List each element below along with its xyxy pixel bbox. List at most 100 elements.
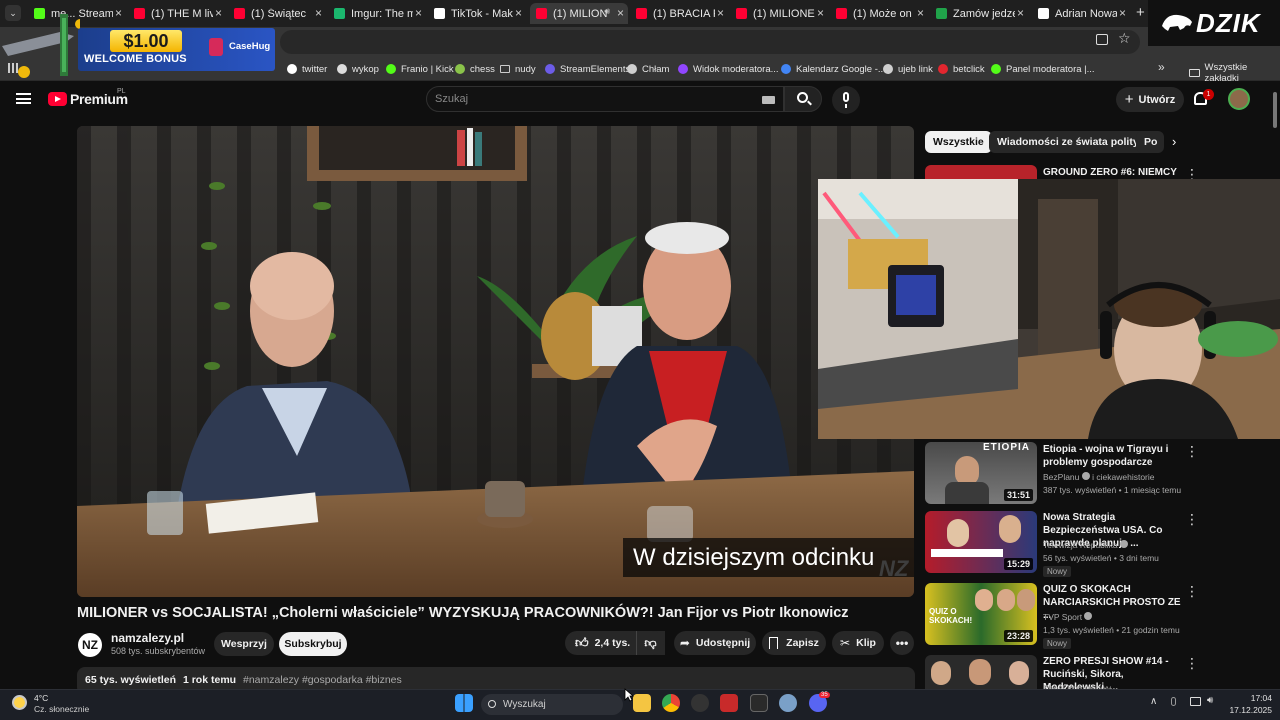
search-input[interactable]: Szukaj	[426, 86, 784, 112]
bookmark-item[interactable]: nudy	[500, 62, 536, 76]
network-icon[interactable]	[1190, 697, 1201, 706]
bookmark-item[interactable]: ujeb link	[883, 62, 933, 76]
recommendation-meta: 387 tys. wyświetleń • 1 miesiąc temu	[1043, 485, 1182, 495]
thumbnail-caption: ETIOPIA	[983, 442, 1031, 453]
chip-politics-news[interactable]: Wiadomości ze świata polityki	[989, 131, 1156, 153]
file-explorer-icon[interactable]	[633, 694, 651, 712]
tab-audio-icon[interactable]: 🔊︎	[604, 6, 610, 17]
channel-avatar[interactable]: NZ	[78, 633, 102, 657]
youtube-logo-icon[interactable]	[48, 92, 67, 106]
recommendation-channel[interactable]: TVP Sport	[1043, 612, 1093, 622]
microphone-icon[interactable]	[1171, 697, 1176, 706]
tab-close-icon[interactable]: ×	[617, 6, 624, 20]
channel-name[interactable]: namzalezy.pl	[111, 631, 184, 645]
more-actions-button[interactable]: •••	[890, 631, 914, 655]
settings-gear-icon[interactable]	[779, 694, 797, 712]
bookmark-item[interactable]: Chłam	[627, 62, 669, 76]
share-label: Udostępnij	[695, 637, 751, 649]
tab-close-icon[interactable]: ×	[415, 6, 422, 20]
bookmark-item[interactable]: betclick	[938, 62, 985, 76]
windows-start-icon[interactable]	[455, 694, 473, 712]
taskbar-clock[interactable]: 17:04 17.12.2025	[1224, 693, 1272, 715]
tab-close-icon[interactable]: ×	[917, 6, 924, 20]
recommendation-channel[interactable]: Telewizja Republika	[1043, 540, 1129, 550]
tab-close-icon[interactable]: ×	[515, 6, 522, 20]
bookmark-item[interactable]: twitter	[287, 62, 327, 76]
clip-button[interactable]: ✂ Klip	[832, 631, 884, 655]
hashtags[interactable]: #namzalezy #gospodarka #biznes	[243, 674, 402, 686]
volume-icon[interactable]: 🔊︎	[1207, 695, 1213, 706]
dislike-button[interactable]: 👎︎	[636, 631, 664, 655]
subscribe-button[interactable]: Subskrybuj	[279, 632, 347, 656]
browser-tab[interactable]: Adrian Nowak ×	[1032, 3, 1130, 24]
support-button[interactable]: Wesprzyj	[214, 632, 274, 656]
bookmark-label: StreamElements	[560, 63, 631, 75]
streamelements-icon	[545, 64, 555, 74]
bookmark-item[interactable]: Panel moderatora |...	[991, 62, 1095, 76]
browser-tab[interactable]: Zamów jedzen×	[930, 3, 1028, 24]
page-scrollbar[interactable]	[1272, 90, 1278, 688]
install-app-icon[interactable]	[1096, 34, 1108, 45]
show-hidden-icons-chevron-icon[interactable]: ∧	[1150, 696, 1157, 707]
recommendation-channel[interactable]: BezPlanu i ciekawehistorie	[1043, 472, 1155, 482]
more-actions-icon[interactable]: ⋮	[1185, 511, 1199, 528]
bookmark-item[interactable]: Franio | Kick	[386, 62, 454, 76]
tab-close-icon[interactable]: ×	[817, 6, 824, 20]
recommendation-thumbnail[interactable]: QUIZ O SKOKACH! 23:28	[925, 583, 1037, 645]
video-duration: 15:29	[1003, 558, 1033, 570]
browser-tab[interactable]: (1) MILION 🔊︎ ×	[530, 3, 628, 24]
save-button[interactable]: Zapisz	[762, 631, 826, 655]
browser-tab[interactable]: TikTok - Make ×	[428, 3, 526, 24]
globe-icon	[627, 64, 637, 74]
voice-search-button[interactable]	[832, 86, 860, 114]
chips-next-chevron-icon[interactable]: ›	[1172, 134, 1176, 149]
tab-close-icon[interactable]: ×	[717, 6, 724, 20]
bookmark-item[interactable]: StreamElements	[545, 62, 630, 76]
recommendation-title[interactable]: Etiopia - wojna w Tigrayu i problemy gos…	[1043, 443, 1181, 469]
pawn-icon	[455, 64, 465, 74]
discord-badge: 35	[819, 692, 830, 698]
chip-all[interactable]: Wszystkie	[925, 131, 992, 153]
recommendation-thumbnail[interactable]: ETIOPIA 31:51	[925, 442, 1037, 504]
chrome-icon[interactable]	[662, 694, 680, 712]
recommendation-thumbnail[interactable]: 15:29	[925, 511, 1037, 573]
weather-condition[interactable]: Cz. słonecznie	[34, 704, 89, 714]
epic-games-icon[interactable]	[750, 694, 768, 712]
more-actions-icon[interactable]: ⋮	[1185, 443, 1199, 460]
search-button[interactable]	[784, 86, 822, 112]
keyboard-icon[interactable]	[762, 96, 775, 104]
new-tab-button[interactable]: +	[1136, 4, 1145, 21]
more-actions-icon[interactable]: ⋮	[1185, 583, 1199, 600]
recommendation-thumbnail[interactable]	[925, 165, 1037, 179]
tab-close-icon[interactable]: ×	[1017, 6, 1024, 20]
browser-tab[interactable]: (1) Może on n ×	[830, 3, 928, 24]
tab-close-icon[interactable]: ×	[315, 6, 322, 20]
recommendation-thumbnail[interactable]	[925, 655, 1037, 689]
more-bookmarks-chevron-icon[interactable]: »	[1158, 60, 1165, 74]
bookmark-item[interactable]: chess	[455, 62, 495, 76]
video-player[interactable]: NZ	[77, 126, 914, 597]
channel-name: Telewizja Republika	[1043, 540, 1118, 550]
bookmark-item[interactable]: wykop	[337, 62, 379, 76]
address-bar[interactable]	[280, 30, 1140, 54]
browser-tab[interactable]: (1) MILIONER v×	[730, 3, 828, 24]
weather-sun-icon[interactable]	[12, 695, 27, 710]
browser-tab[interactable]: Imgur: The ma×	[328, 3, 426, 24]
chip-more[interactable]: Po	[1136, 131, 1164, 153]
app-icon[interactable]	[720, 694, 738, 712]
share-button[interactable]: ➦ Udostępnij	[674, 631, 756, 655]
bookmark-item[interactable]: Kalendarz Google -...	[781, 62, 886, 76]
menu-hamburger-icon[interactable]	[16, 93, 31, 104]
more-actions-icon[interactable]: ⋮	[1185, 655, 1199, 672]
create-button[interactable]: + Utwórz	[1116, 87, 1184, 112]
bookmark-star-icon[interactable]: ☆	[1118, 30, 1131, 47]
knife-icon	[2, 14, 80, 78]
tab-close-icon[interactable]: ×	[1119, 6, 1126, 20]
ad-price: $1.00	[110, 30, 182, 52]
avatar[interactable]	[1228, 88, 1250, 110]
weather-temperature[interactable]: 4°C	[34, 693, 48, 703]
app-icon[interactable]	[691, 694, 709, 712]
browser-tab[interactable]: (1) BRACIA FIG×	[630, 3, 728, 24]
taskbar-search-input[interactable]: Wyszukaj	[481, 694, 623, 715]
bookmark-item[interactable]: Widok moderatora...	[678, 62, 779, 76]
